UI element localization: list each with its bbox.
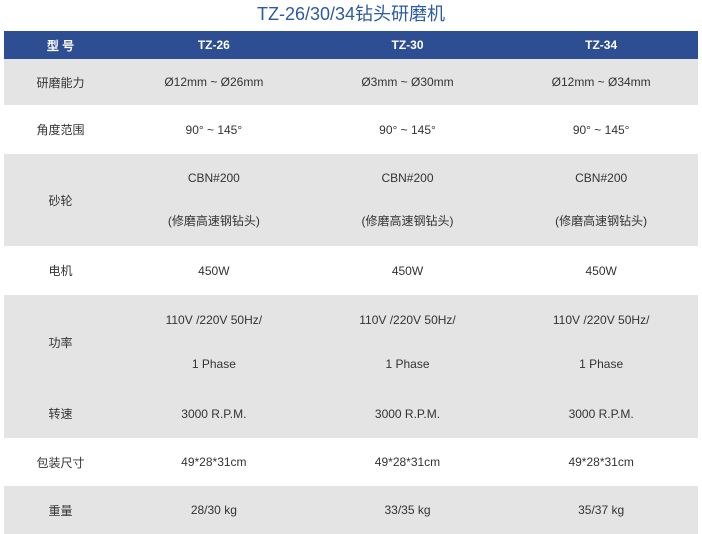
cell-line: (修磨高速钢钻头) xyxy=(555,214,648,228)
table-cell: 3000 R.P.M. xyxy=(568,406,634,421)
cell-line: 110V /220V 50Hz/ xyxy=(359,313,456,327)
row-label: 功率 xyxy=(48,335,73,350)
model-header-label: 型 号 xyxy=(46,38,75,53)
cell-line: CBN#200 xyxy=(575,171,628,185)
table-cell: 28/30 kg xyxy=(190,503,237,517)
row-label: 研磨能力 xyxy=(36,75,85,90)
model-header-tz34: TZ-34 xyxy=(585,38,618,52)
table-cell: 90° ~ 145° xyxy=(185,122,243,137)
row-label: 包装尺寸 xyxy=(36,455,85,470)
table-row: 转速 3000 R.P.M. 3000 R.P.M. 3000 R.P.M. xyxy=(4,389,698,438)
cell-line: 110V /220V 50Hz/ xyxy=(552,313,650,327)
table-row: 角度范围 90° ~ 145° 90° ~ 145° 90° ~ 145° xyxy=(4,105,698,154)
table-cell: 3000 R.P.M. xyxy=(374,406,441,421)
table-cell: CBN#200 (修磨高速钢钻头) xyxy=(311,154,505,246)
cell-line: (修磨高速钢钻头) xyxy=(361,214,454,228)
table-cell: 110V /220V 50Hz/ 1 Phase xyxy=(504,295,698,389)
cell-line: CBN#200 xyxy=(381,171,434,185)
table-cell: Ø12mm ~ Ø34mm xyxy=(551,75,651,89)
table-row: 重量 28/30 kg 33/35 kg 35/37 kg xyxy=(4,486,698,534)
row-label: 砂轮 xyxy=(48,193,73,208)
table-cell: 90° ~ 145° xyxy=(379,122,436,137)
cell-line: 1 Phase xyxy=(191,357,236,371)
table-cell: 49*28*31cm xyxy=(568,455,634,469)
cell-line: 110V /220V 50Hz/ xyxy=(165,313,263,327)
cell-line: (修磨高速钢钻头) xyxy=(167,214,260,228)
table-row: 电机 450W 450W 450W xyxy=(4,246,698,295)
table-cell: 3000 R.P.M. xyxy=(181,406,247,421)
table-cell: CBN#200 (修磨高速钢钻头) xyxy=(117,154,311,246)
table-cell: 35/37 kg xyxy=(578,503,625,517)
row-label: 重量 xyxy=(48,503,73,518)
table-cell: 450W xyxy=(198,263,230,278)
model-header-tz30: TZ-30 xyxy=(391,38,424,52)
cell-line: 1 Phase xyxy=(579,357,624,371)
table-cell: 110V /220V 50Hz/ 1 Phase xyxy=(311,295,505,389)
cell-line: CBN#200 xyxy=(187,171,240,185)
table-cell: 33/35 kg xyxy=(384,503,431,517)
table-cell: 110V /220V 50Hz/ 1 Phase xyxy=(117,295,311,389)
table-cell: Ø12mm ~ Ø26mm xyxy=(164,75,264,89)
table-row: 包装尺寸 49*28*31cm 49*28*31cm 49*28*31cm xyxy=(4,438,698,486)
table-cell: CBN#200 (修磨高速钢钻头) xyxy=(504,154,698,246)
page-title: TZ-26/30/34钻头研磨机 xyxy=(256,4,446,24)
model-header-tz26: TZ-26 xyxy=(197,38,230,52)
spec-table: 型 号 TZ-26 TZ-30 TZ-34 研磨能力 Ø12mm ~ Ø26mm… xyxy=(4,31,698,534)
cell-line: 1 Phase xyxy=(385,357,430,371)
table-cell: 450W xyxy=(391,263,424,278)
row-label: 角度范围 xyxy=(36,123,85,137)
table-row: 功率 110V /220V 50Hz/ 1 Phase 110V /220V 5… xyxy=(4,295,698,389)
table-cell: 90° ~ 145° xyxy=(572,122,630,137)
row-label: 转速 xyxy=(48,407,73,421)
table-header-row: 型 号 TZ-26 TZ-30 TZ-34 xyxy=(4,31,698,59)
table-cell: Ø3mm ~ Ø30mm xyxy=(361,75,454,89)
table-cell: 49*28*31cm xyxy=(181,455,247,469)
row-label: 电机 xyxy=(48,264,73,278)
table-cell: 450W xyxy=(585,263,617,278)
table-cell: 49*28*31cm xyxy=(374,455,441,469)
table-row: 砂轮 CBN#200 (修磨高速钢钻头) CBN#200 (修磨高速钢钻头) C… xyxy=(4,154,698,246)
table-row: 研磨能力 Ø12mm ~ Ø26mm Ø3mm ~ Ø30mm Ø12mm ~ … xyxy=(4,59,698,105)
